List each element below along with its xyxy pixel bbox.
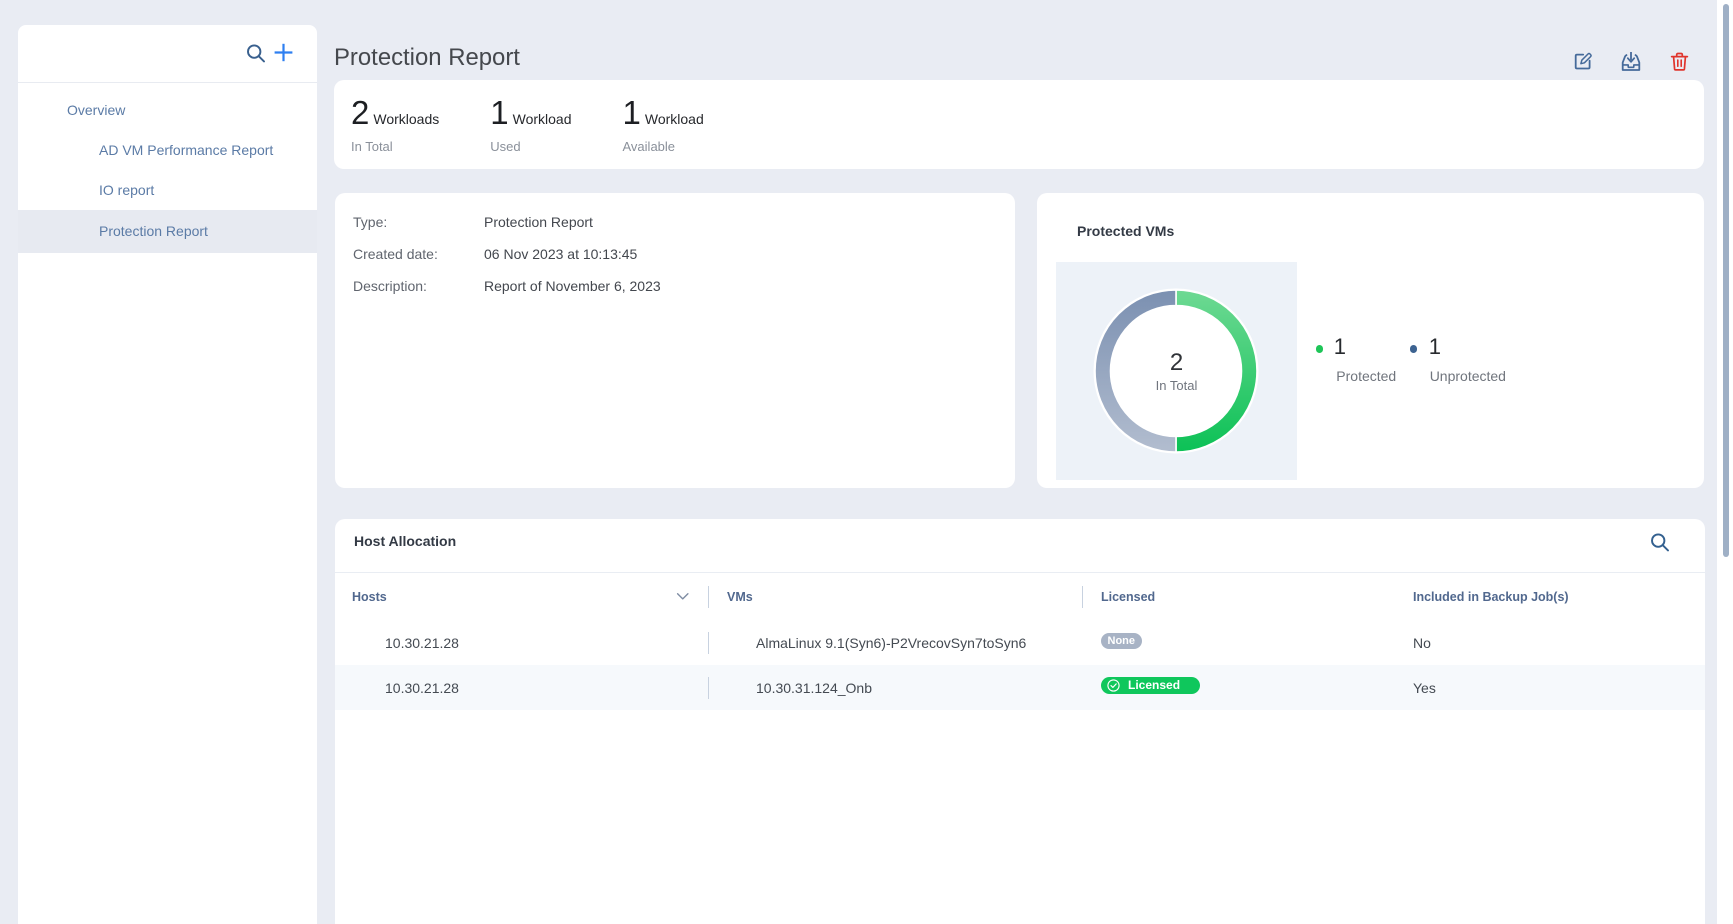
- host-allocation-table: Hosts VMs Licensed Included in: [335, 573, 1705, 710]
- stat-value: 1: [623, 94, 641, 132]
- detail-value: Report of November 6, 2023: [484, 278, 661, 294]
- column-header-hosts[interactable]: Hosts: [335, 573, 709, 620]
- column-header-included[interactable]: Included in Backup Job(s): [1396, 573, 1705, 620]
- stat-value: 1: [490, 94, 508, 132]
- export-icon[interactable]: [1621, 51, 1641, 71]
- host-allocation-title: Host Allocation: [354, 534, 456, 548]
- stat-caption: Used: [490, 139, 571, 154]
- detail-value: Protection Report: [484, 214, 593, 230]
- detail-label: Created date:: [353, 246, 484, 262]
- table-search-icon[interactable]: [1650, 533, 1669, 552]
- scrollbar-thumb[interactable]: [1723, 4, 1729, 557]
- delete-icon[interactable]: [1670, 52, 1689, 71]
- stat-caption: Available: [623, 139, 704, 154]
- column-header-vms[interactable]: VMs: [709, 573, 1083, 620]
- protected-vms-card: Protected VMs: [1037, 193, 1704, 488]
- legend-dot-unprotected: [1410, 345, 1417, 352]
- legend-value-protected: 1: [1334, 336, 1346, 358]
- scrollbar-track[interactable]: [1717, 0, 1733, 924]
- donut-total-value: 2: [1056, 351, 1297, 375]
- detail-label: Type:: [353, 214, 484, 230]
- table-row[interactable]: 10.30.21.28 10.30.31.124_Onb Licensed Ye…: [335, 665, 1705, 710]
- stat-unit: Workload: [645, 111, 704, 127]
- stat-caption: In Total: [351, 139, 439, 154]
- column-header-licensed[interactable]: Licensed: [1083, 573, 1396, 620]
- check-circle-icon: [1107, 679, 1120, 692]
- stat-value: 2: [351, 94, 369, 132]
- detail-row-description: Description: Report of November 6, 2023: [353, 270, 1015, 302]
- cell-host: 10.30.21.28: [335, 620, 709, 665]
- legend-value-unprotected: 1: [1429, 336, 1441, 358]
- stat-used: 1 Workload Used: [490, 94, 571, 154]
- report-details-card: Type: Protection Report Created date: 06…: [335, 193, 1015, 488]
- cell-vm: AlmaLinux 9.1(Syn6)-P2VrecovSyn7toSyn6: [709, 620, 1083, 665]
- cell-licensed: Licensed: [1083, 665, 1396, 710]
- cell-included: No: [1396, 620, 1705, 665]
- sidebar-item-io-report[interactable]: IO report: [18, 170, 317, 210]
- stat-unit: Workload: [513, 111, 572, 127]
- donut-total-label: In Total: [1056, 379, 1297, 392]
- cell-host: 10.30.21.28: [335, 665, 709, 710]
- stat-unit: Workloads: [373, 111, 439, 127]
- search-icon[interactable]: [246, 44, 265, 63]
- license-badge-licensed: Licensed: [1101, 677, 1200, 695]
- chevron-down-icon[interactable]: [676, 592, 690, 601]
- report-actions: [1574, 51, 1689, 71]
- table-row[interactable]: 10.30.21.28 AlmaLinux 9.1(Syn6)-P2Vrecov…: [335, 620, 1705, 665]
- cell-included: Yes: [1396, 665, 1705, 710]
- host-allocation-card: Host Allocation Hosts VMs: [335, 519, 1705, 924]
- report-list: Overview AD VM Performance Report IO rep…: [18, 83, 317, 253]
- license-badge-none: None: [1101, 633, 1142, 649]
- stat-in-total: 2 Workloads In Total: [351, 94, 439, 154]
- detail-row-type: Type: Protection Report: [353, 206, 1015, 238]
- edit-icon[interactable]: [1574, 51, 1593, 70]
- host-allocation-header: Host Allocation: [335, 519, 1705, 573]
- sidebar-header: [18, 25, 317, 83]
- protected-vms-chart: 2 In Total: [1056, 262, 1297, 480]
- page-title: Protection Report: [334, 46, 520, 70]
- cell-licensed: None: [1083, 620, 1396, 665]
- legend-label-protected: Protected: [1336, 369, 1396, 383]
- detail-label: Description:: [353, 278, 484, 294]
- stat-available: 1 Workload Available: [623, 94, 704, 154]
- legend-label-unprotected: Unprotected: [1430, 369, 1506, 383]
- detail-value: 06 Nov 2023 at 10:13:45: [484, 246, 637, 262]
- protected-vms-title: Protected VMs: [1077, 224, 1174, 238]
- sidebar-item-protection-report[interactable]: Protection Report: [18, 210, 317, 253]
- detail-row-created-date: Created date: 06 Nov 2023 at 10:13:45: [353, 238, 1015, 270]
- plus-icon[interactable]: [274, 43, 293, 62]
- sidebar: Overview AD VM Performance Report IO rep…: [18, 25, 317, 924]
- workloads-summary-card: 2 Workloads In Total 1 Workload Used 1 W…: [334, 80, 1704, 169]
- sidebar-item-overview[interactable]: Overview: [18, 90, 317, 130]
- legend-dot-protected: [1316, 345, 1323, 352]
- sidebar-item-ad-vm-performance-report[interactable]: AD VM Performance Report: [18, 130, 317, 170]
- cell-vm: 10.30.31.124_Onb: [709, 665, 1083, 710]
